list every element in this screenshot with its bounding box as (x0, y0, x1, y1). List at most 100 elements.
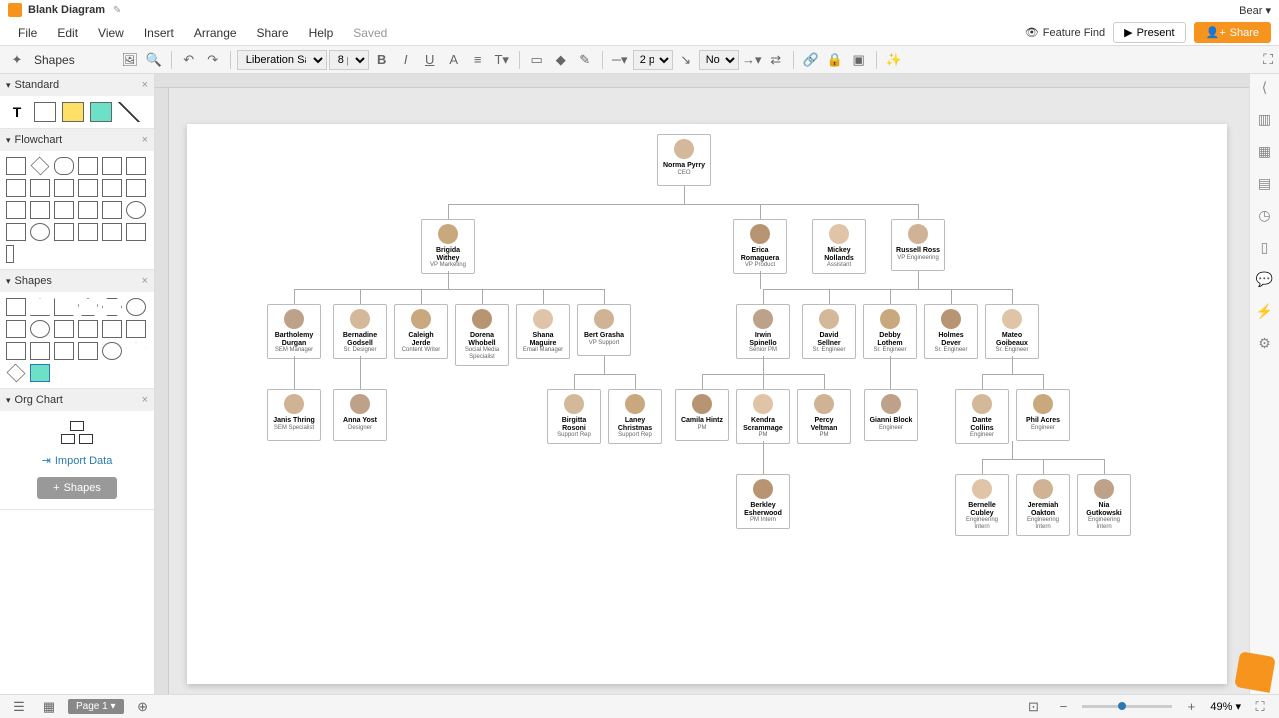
fc-shape[interactable] (102, 201, 122, 219)
canvas-area[interactable]: Norma PyrryCEOBrigida WitheyVP Marketing… (155, 74, 1249, 694)
bold-icon[interactable]: B (371, 49, 393, 71)
search-icon[interactable]: 🔍 (143, 49, 165, 71)
org-node[interactable]: Laney ChristmasSupport Rep (608, 389, 662, 444)
zoom-out-icon[interactable]: − (1052, 696, 1074, 718)
redo-icon[interactable]: ↷ (202, 49, 224, 71)
fullscreen-icon[interactable]: ⛶ (1263, 51, 1273, 68)
settings-icon[interactable]: ⚙ (1256, 334, 1274, 352)
shape-diamond[interactable] (7, 364, 26, 383)
org-node[interactable]: Russell RossVP Engineering (891, 219, 945, 271)
fc-shape[interactable] (6, 201, 26, 219)
org-node[interactable]: Irwin SpinelloSenior PM (736, 304, 790, 359)
fc-shape[interactable] (54, 223, 74, 241)
list-view-icon[interactable]: ☰ (8, 696, 30, 718)
org-node[interactable]: Bert GrashaVP Support (577, 304, 631, 356)
fc-shape[interactable] (54, 179, 74, 197)
page-tab[interactable]: Page 1 ▾ (68, 699, 124, 714)
org-node[interactable]: Kendra ScrammagePM (736, 389, 790, 444)
fc-shape[interactable] (6, 223, 26, 241)
fc-shape[interactable] (30, 179, 50, 197)
share-button[interactable]: 👤+ Share (1194, 22, 1271, 43)
actions-icon[interactable]: ⚡ (1256, 302, 1274, 320)
org-node[interactable]: Bartholemy DurganSEM Manager (267, 304, 321, 359)
shape-arrow-lr[interactable] (30, 342, 50, 360)
edit-title-icon[interactable]: ✎ (113, 5, 121, 16)
close-icon[interactable]: × (142, 275, 148, 287)
org-node[interactable]: Janis ThringSEM Specialist (267, 389, 321, 441)
shape-rtriangle[interactable] (54, 298, 74, 316)
shape-arrow-u[interactable] (6, 342, 26, 360)
fc-shape[interactable] (30, 223, 50, 241)
fc-shape[interactable] (6, 179, 26, 197)
navigator-icon[interactable]: ▥ (1256, 110, 1274, 128)
magic-icon[interactable]: ✨ (883, 49, 905, 71)
zoom-in-icon[interactable]: + (1180, 696, 1202, 718)
collapse-icon[interactable]: ⟨ (1256, 78, 1274, 96)
containers-icon[interactable]: ▦ (1256, 142, 1274, 160)
org-node[interactable]: Bernelle CubleyEngineering Intern (955, 474, 1009, 536)
shape-hexagon[interactable] (102, 298, 122, 316)
org-node[interactable]: Mateo GoibeauxSr. Engineer (985, 304, 1039, 359)
rect-shape[interactable] (34, 102, 56, 122)
fc-shape[interactable] (78, 201, 98, 219)
org-node[interactable]: Anna YostDesigner (333, 389, 387, 441)
shape-octagon[interactable] (126, 298, 146, 316)
section-shapes[interactable]: ▾Shapes× (0, 270, 154, 292)
menu-file[interactable]: File (8, 22, 47, 44)
orgchart-shape[interactable] (61, 421, 93, 444)
fc-shape[interactable] (6, 245, 14, 263)
fc-shape[interactable] (102, 157, 122, 175)
org-node[interactable]: Norma PyrryCEO (657, 134, 711, 186)
shape-star[interactable] (126, 342, 146, 360)
fc-connector[interactable] (126, 201, 146, 219)
layers-icon[interactable]: ▯ (1256, 238, 1274, 256)
fullscreen-icon[interactable]: ⛶ (1249, 696, 1271, 718)
zoom-level[interactable]: 49% ▾ (1210, 700, 1241, 713)
add-shapes-button[interactable]: + Shapes (37, 477, 117, 499)
org-node[interactable]: Shana MaguireEmail Manager (516, 304, 570, 359)
shape-triangle[interactable] (30, 298, 50, 316)
line-width-select[interactable]: 2 px (633, 50, 673, 70)
line-type-icon[interactable]: ↘ (675, 49, 697, 71)
menu-arrange[interactable]: Arrange (184, 22, 247, 44)
shape-pentagon[interactable] (78, 298, 98, 316)
fc-shape[interactable] (126, 223, 146, 241)
org-node[interactable]: Gianni BlockEngineer (864, 389, 918, 441)
fc-terminator[interactable] (54, 157, 74, 175)
note-shape[interactable] (62, 102, 84, 122)
org-node[interactable]: Debby LothemSr. Engineer (863, 304, 917, 359)
close-icon[interactable]: × (142, 79, 148, 91)
arrow-end-icon[interactable]: →▾ (741, 49, 763, 71)
user-menu[interactable]: Bear ▾ (1239, 4, 1271, 17)
zoom-fit-icon[interactable]: ⊡ (1022, 696, 1044, 718)
comments-icon[interactable]: 💬 (1256, 270, 1274, 288)
shape-ellipse[interactable] (102, 342, 122, 360)
swap-icon[interactable]: ⇄ (765, 49, 787, 71)
text-shape[interactable]: T (6, 102, 28, 122)
fc-shape[interactable] (78, 223, 98, 241)
org-node[interactable]: Percy VeltmanPM (797, 389, 851, 444)
line-shape[interactable] (118, 102, 140, 122)
shape-border-icon[interactable]: ▭ (526, 49, 548, 71)
shape-cloud[interactable] (30, 320, 50, 338)
import-data-link[interactable]: ⇥ Import Data (42, 454, 113, 467)
fc-shape[interactable] (78, 179, 98, 197)
org-node[interactable]: Holmes DeverSr. Engineer (924, 304, 978, 359)
org-node[interactable]: Dante CollinsEngineer (955, 389, 1009, 444)
image-icon[interactable]: 🖼 (119, 49, 141, 71)
section-orgchart[interactable]: ▾Org Chart× (0, 389, 154, 411)
shape-arrow-ud[interactable] (54, 342, 74, 360)
help-badge[interactable] (1234, 651, 1276, 693)
fc-shape[interactable] (102, 179, 122, 197)
undo-icon[interactable]: ↶ (178, 49, 200, 71)
text-options-icon[interactable]: T▾ (491, 49, 513, 71)
org-node[interactable]: Nia GutkowskiEngineering Intern (1077, 474, 1131, 536)
line-style-icon[interactable]: ─▾ (609, 49, 631, 71)
font-size-select[interactable]: 8 pt (329, 50, 369, 70)
section-flowchart[interactable]: ▾Flowchart× (0, 129, 154, 151)
org-node[interactable]: Mickey NollandsAssistant (812, 219, 866, 274)
close-icon[interactable]: × (142, 394, 148, 406)
menu-help[interactable]: Help (299, 22, 344, 44)
shapes-menu-icon[interactable]: ✦ (6, 49, 28, 71)
menu-edit[interactable]: Edit (47, 22, 88, 44)
